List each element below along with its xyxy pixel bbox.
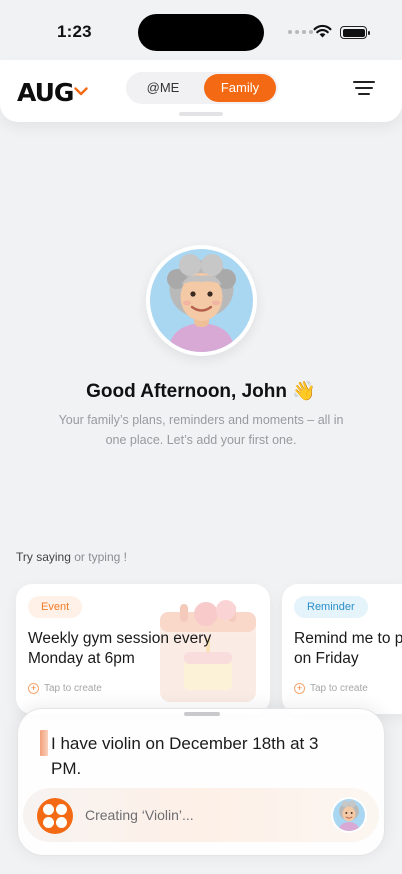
- cellular-signal-icon: [288, 30, 313, 34]
- tap-to-create[interactable]: + Tap to create: [294, 683, 368, 694]
- tap-to-create-label: Tap to create: [310, 683, 368, 694]
- tab-me[interactable]: @ME: [126, 72, 200, 104]
- menu-icon[interactable]: [353, 81, 375, 97]
- suggestion-title-line: Monday at 6pm: [28, 650, 135, 667]
- status-bar: 1:23: [0, 0, 402, 60]
- hint-or: or: [74, 550, 85, 564]
- prompt-hint: Try saying or typing !: [16, 550, 127, 564]
- chevron-down-icon[interactable]: [74, 87, 88, 96]
- plus-circle-icon: +: [28, 683, 39, 694]
- battery-icon: [340, 26, 370, 39]
- suggestion-title-line: Weekly gym session every: [28, 630, 212, 647]
- suggestion-card-reminder[interactable]: Reminder Remind me to p on Friday + Tap …: [282, 584, 402, 714]
- sheet-drag-handle[interactable]: [184, 712, 220, 716]
- header-drag-handle[interactable]: [179, 112, 223, 116]
- hint-try: Try saying: [16, 550, 71, 564]
- tap-to-create-label: Tap to create: [44, 683, 102, 694]
- tag-reminder: Reminder: [294, 596, 368, 618]
- profile-avatar[interactable]: [146, 245, 257, 356]
- creating-status: Creating ‘Violin’...: [85, 807, 194, 823]
- suggestion-card-event[interactable]: Event Weekly gym session every Monday at…: [16, 584, 270, 714]
- transcript-text[interactable]: I have violin on December 18th at 3 PM.: [51, 731, 351, 781]
- suggestion-title-line: Remind me to p: [294, 630, 402, 647]
- text-cursor: [40, 730, 48, 756]
- voice-composer-sheet: I have violin on December 18th at 3 PM. …: [17, 708, 385, 856]
- month-selector[interactable]: AUG: [17, 78, 74, 107]
- suggestion-title: Remind me to p on Friday: [294, 629, 402, 669]
- tap-to-create[interactable]: + Tap to create: [28, 683, 102, 694]
- top-header: AUG @ME Family: [0, 60, 402, 122]
- suggestion-title-line: on Friday: [294, 650, 359, 667]
- avatar-image: [333, 799, 365, 831]
- avatar-image: [150, 249, 253, 352]
- greeting-title: Good Afternoon, John 👋: [86, 381, 316, 402]
- user-avatar[interactable]: [331, 797, 367, 833]
- dynamic-island: [138, 14, 264, 51]
- context-switcher: @ME Family: [126, 72, 278, 104]
- tab-family[interactable]: Family: [204, 74, 276, 102]
- plus-circle-icon: +: [294, 683, 305, 694]
- greeting-subtitle: Your family’s plans, reminders and momen…: [58, 413, 344, 447]
- hint-typing: typing !: [88, 550, 127, 564]
- wifi-icon: [313, 24, 332, 38]
- tag-event: Event: [28, 596, 83, 618]
- app-logo-icon[interactable]: [37, 798, 73, 834]
- status-time: 1:23: [57, 22, 92, 41]
- composer-bar[interactable]: Creating ‘Violin’...: [23, 788, 379, 842]
- suggestion-title: Weekly gym session every Monday at 6pm: [28, 629, 211, 669]
